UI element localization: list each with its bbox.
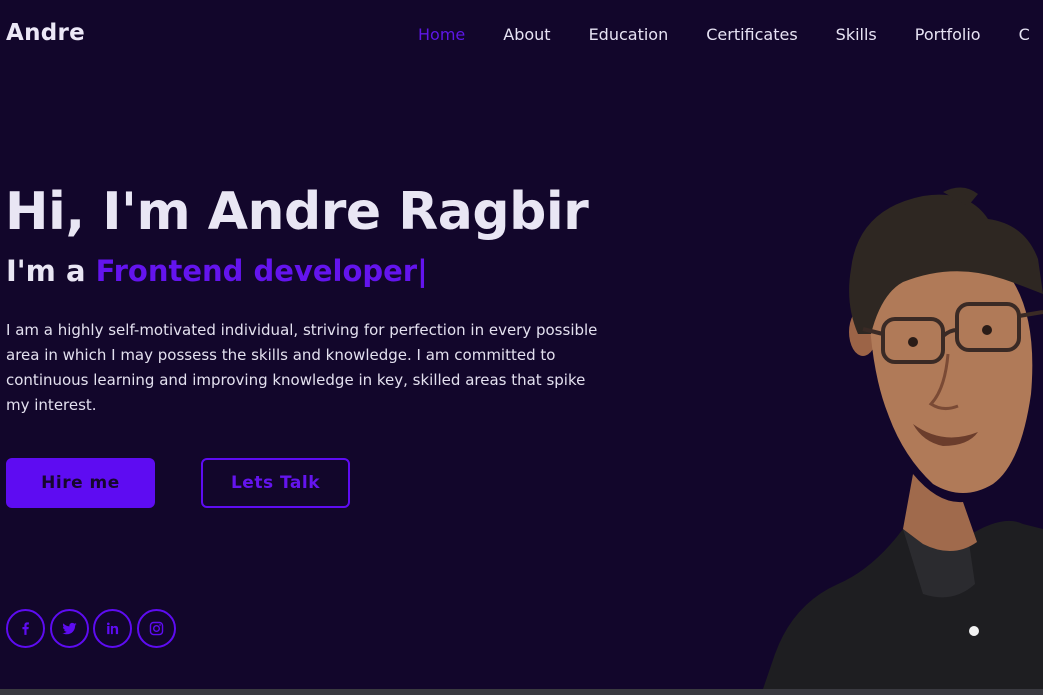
lets-talk-button[interactable]: Lets Talk xyxy=(201,458,350,508)
typing-caret: | xyxy=(417,254,428,288)
role-text: Frontend developer xyxy=(95,254,418,288)
logo[interactable]: Andre xyxy=(6,20,85,46)
hero-title: Hi, I'm Andre Ragbir xyxy=(5,182,589,242)
instagram-link[interactable] xyxy=(136,609,176,648)
linkedin-link[interactable] xyxy=(93,609,132,648)
nav-skills[interactable]: Skills xyxy=(836,25,877,45)
nav-home[interactable]: Home xyxy=(418,25,465,45)
facebook-icon xyxy=(22,622,29,635)
instagram-icon xyxy=(149,621,163,636)
nav-certificates[interactable]: Certificates xyxy=(706,25,797,45)
hero-description: I am a highly self-motivated individual,… xyxy=(6,321,598,414)
profile-photo xyxy=(763,187,1043,689)
social-links xyxy=(6,609,180,648)
linkedin-icon xyxy=(106,622,119,635)
main-nav: Home About Education Certificates Skills… xyxy=(418,25,1043,45)
twitter-icon xyxy=(61,622,77,635)
nav-education[interactable]: Education xyxy=(589,25,669,45)
nav-contact[interactable]: C xyxy=(1019,25,1030,45)
bottom-bar xyxy=(0,689,1043,695)
subtitle-prefix: I'm a xyxy=(6,254,96,288)
hero-subtitle: I'm a Frontend developer| xyxy=(6,254,428,288)
nav-portfolio[interactable]: Portfolio xyxy=(915,25,981,45)
facebook-link[interactable] xyxy=(6,609,45,648)
nav-about[interactable]: About xyxy=(503,25,550,45)
hire-me-button[interactable]: Hire me xyxy=(6,458,155,508)
twitter-link[interactable] xyxy=(49,609,89,648)
page: Andre Home About Education Certificates … xyxy=(0,0,1043,695)
